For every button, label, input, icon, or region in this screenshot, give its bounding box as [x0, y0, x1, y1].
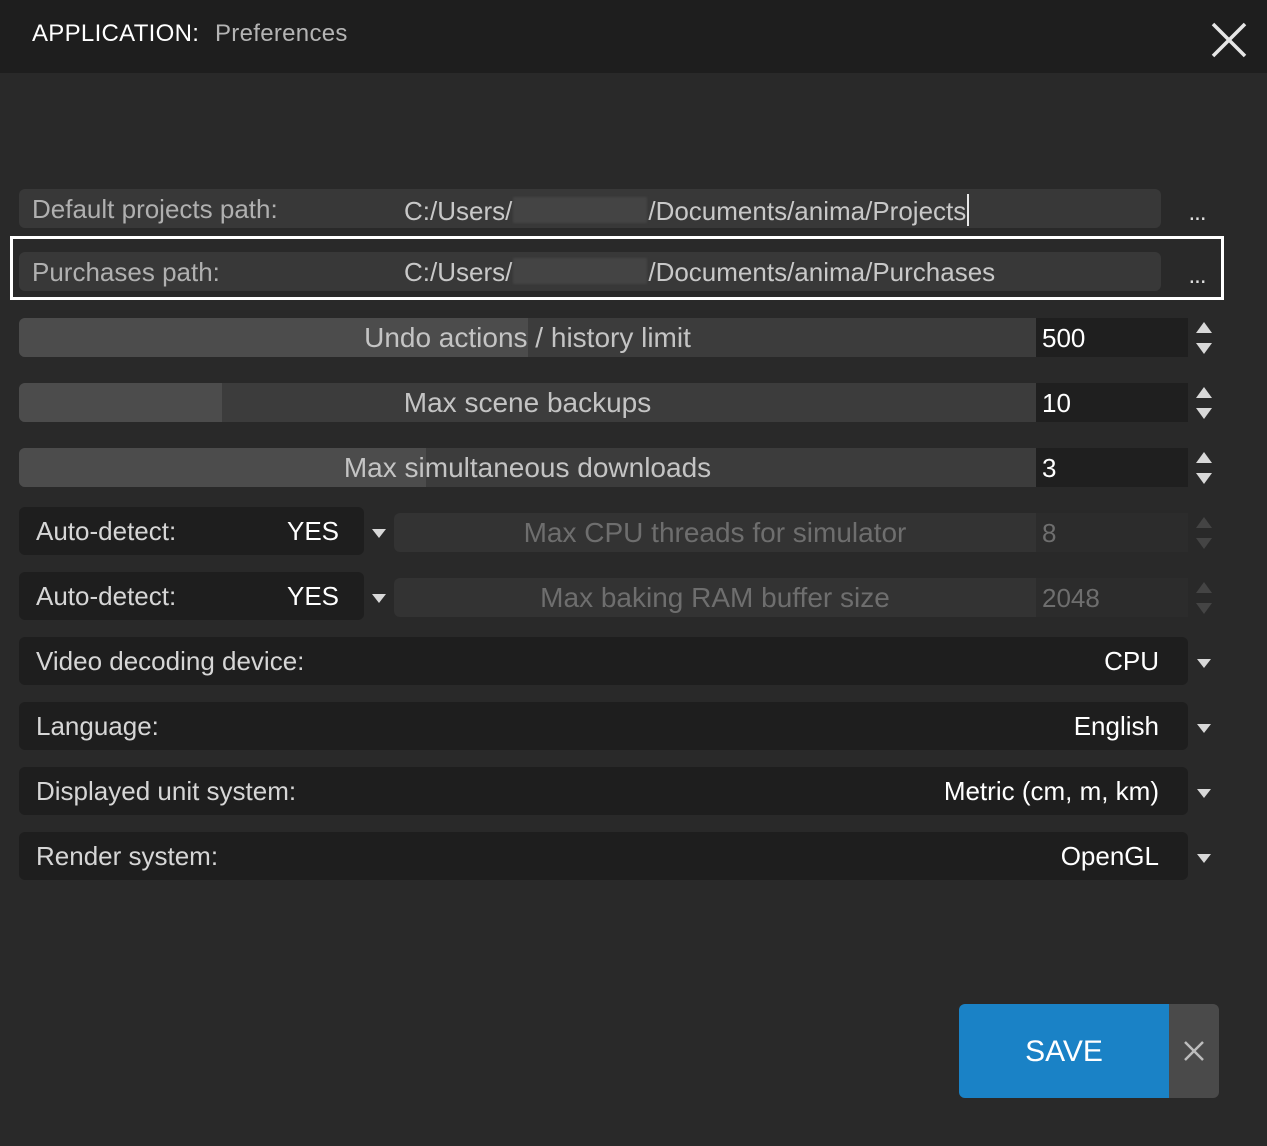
ram-buffer-value: 2048: [1042, 583, 1100, 613]
scene-backups-slider[interactable]: Max scene backups: [19, 383, 1036, 422]
language-dropdown[interactable]: Language: English: [19, 702, 1188, 750]
close-icon[interactable]: [1208, 19, 1250, 61]
redacted-username: [513, 197, 648, 223]
cpu-auto-detect-value: YES: [287, 516, 340, 546]
title-bar: APPLICATION: Preferences: [0, 0, 1267, 73]
simultaneous-downloads-value: 3: [1042, 453, 1057, 483]
cancel-button[interactable]: [1169, 1004, 1219, 1098]
projects-path-value[interactable]: C:/Users//Documents/anima/Projects: [404, 194, 970, 227]
scene-backups-label: Max scene backups: [403, 387, 652, 418]
cpu-auto-detect-label: Auto-detect:: [36, 516, 177, 546]
chevron-down-icon[interactable]: [1196, 851, 1212, 863]
chevron-down-icon[interactable]: [371, 591, 387, 603]
save-button-label: SAVE: [1025, 1035, 1103, 1068]
undo-limit-value: 500: [1042, 323, 1086, 353]
simultaneous-downloads-spinner-icon[interactable]: [1194, 450, 1214, 486]
ram-auto-detect-label: Auto-detect:: [36, 581, 177, 611]
render-system-value: OpenGL: [1060, 841, 1159, 871]
undo-limit-slider[interactable]: Undo actions / history limit: [19, 318, 1036, 357]
chevron-down-icon[interactable]: [1196, 656, 1212, 668]
video-decoding-label: Video decoding device:: [36, 646, 305, 676]
video-decoding-dropdown[interactable]: Video decoding device: CPU: [19, 637, 1188, 685]
selection-highlight: [10, 236, 1224, 300]
save-button[interactable]: SAVE: [959, 1004, 1169, 1098]
cpu-threads-spinner-icon: [1194, 515, 1214, 551]
cpu-threads-slider: Max CPU threads for simulator: [394, 513, 1036, 552]
window-page-title: Preferences: [215, 20, 348, 47]
scene-backups-value: 10: [1042, 388, 1071, 418]
unit-system-value: Metric (cm, m, km): [943, 776, 1159, 806]
language-value: English: [1073, 711, 1159, 741]
scene-backups-spinner-icon[interactable]: [1194, 385, 1214, 421]
chevron-down-icon[interactable]: [371, 526, 387, 538]
projects-path-field[interactable]: Default projects path: C:/Users//Documen…: [19, 189, 1161, 228]
cpu-threads-value: 8: [1042, 518, 1057, 548]
undo-limit-label: Undo actions / history limit: [364, 322, 691, 353]
chevron-down-icon[interactable]: [1196, 786, 1212, 798]
chevron-down-icon[interactable]: [1196, 721, 1212, 733]
cpu-auto-detect-dropdown[interactable]: Auto-detect: YES: [19, 507, 364, 555]
ram-auto-detect-value: YES: [287, 581, 340, 611]
ram-buffer-label: Max baking RAM buffer size: [540, 582, 890, 613]
text-cursor: [967, 194, 970, 226]
cpu-threads-input: 8: [1036, 513, 1188, 552]
projects-path-browse-button[interactable]: ...: [1183, 201, 1211, 228]
cpu-threads-label: Max CPU threads for simulator: [523, 517, 907, 548]
simultaneous-downloads-input[interactable]: 3: [1036, 448, 1188, 487]
simultaneous-downloads-label: Max simultaneous downloads: [343, 452, 712, 483]
unit-system-dropdown[interactable]: Displayed unit system: Metric (cm, m, km…: [19, 767, 1188, 815]
ram-auto-detect-dropdown[interactable]: Auto-detect: YES: [19, 572, 364, 620]
simultaneous-downloads-slider[interactable]: Max simultaneous downloads: [19, 448, 1036, 487]
video-decoding-value: CPU: [1104, 646, 1159, 676]
projects-path-label: Default projects path:: [32, 194, 278, 224]
unit-system-label: Displayed unit system:: [36, 776, 297, 806]
window-app-label: APPLICATION:: [32, 20, 200, 47]
close-icon: [1184, 1041, 1204, 1061]
ram-buffer-input: 2048: [1036, 578, 1188, 617]
undo-limit-input[interactable]: 500: [1036, 318, 1188, 357]
ram-buffer-spinner-icon: [1194, 580, 1214, 616]
ram-buffer-slider: Max baking RAM buffer size: [394, 578, 1036, 617]
language-label: Language:: [36, 711, 159, 741]
scene-backups-input[interactable]: 10: [1036, 383, 1188, 422]
render-system-dropdown[interactable]: Render system: OpenGL: [19, 832, 1188, 880]
undo-limit-spinner-icon[interactable]: [1194, 320, 1214, 356]
render-system-label: Render system:: [36, 841, 219, 871]
